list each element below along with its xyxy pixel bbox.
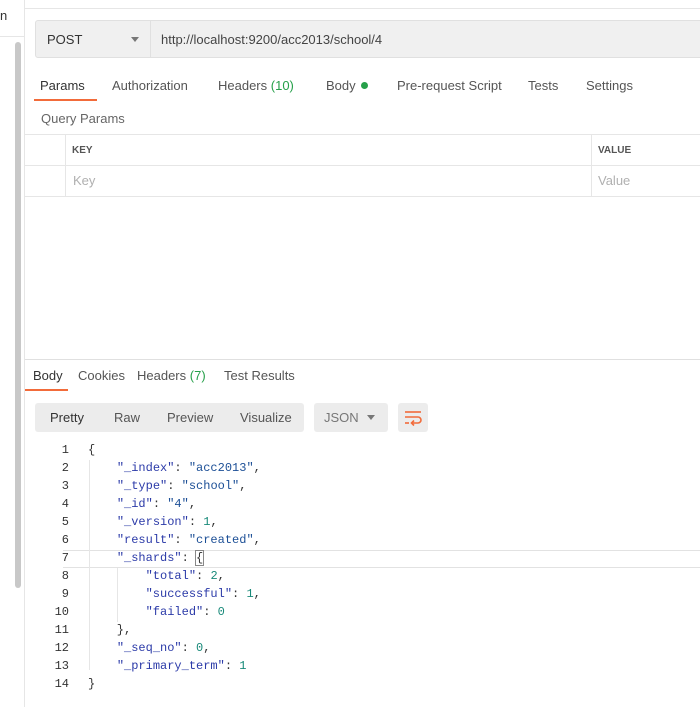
key-input[interactable]: Key [73, 173, 95, 188]
tab-authorization[interactable]: Authorization [112, 78, 188, 93]
code-line: "_id": "4", [116, 497, 197, 511]
url-input[interactable]: http://localhost:9200/acc2013/school/4 [151, 20, 700, 58]
raw-button[interactable]: Raw [114, 410, 140, 425]
code-line: "_shards": { [116, 550, 205, 566]
tab-response-headers[interactable]: Headers (7) [137, 368, 206, 383]
response-headers-count-badge: (7) [189, 368, 206, 383]
code-line: "failed": 0 [145, 605, 225, 619]
tab-label: Body [33, 368, 63, 383]
preview-button[interactable]: Preview [167, 410, 213, 425]
query-params-title: Query Params [41, 111, 125, 126]
line-number: 3 [61, 479, 69, 493]
code-line: { [88, 443, 96, 457]
tab-label: Body [326, 78, 356, 93]
tab-headers[interactable]: Headers (10) [218, 78, 294, 93]
table-col-divider [591, 134, 592, 196]
table-border-bottom [25, 196, 700, 197]
line-number: 1 [61, 443, 69, 457]
tab-label: Settings [586, 78, 633, 93]
response-divider [25, 359, 700, 360]
tab-label: Headers [137, 368, 187, 383]
pretty-button[interactable]: Pretty [50, 410, 84, 425]
tab-params[interactable]: Params [40, 78, 85, 93]
tab-label: Authorization [112, 78, 188, 93]
value-input[interactable]: Value [598, 173, 630, 188]
code-line: "total": 2, [145, 569, 225, 583]
tab-label: Headers [218, 78, 268, 93]
line-number: 4 [61, 497, 69, 511]
tab-test-results[interactable]: Test Results [224, 368, 295, 383]
line-number: 11 [54, 623, 69, 637]
url-value: http://localhost:9200/acc2013/school/4 [161, 32, 383, 47]
line-number: 10 [54, 605, 69, 619]
table-col-divider [65, 134, 66, 196]
table-border-top [25, 134, 700, 135]
active-tab-indicator [34, 99, 97, 101]
visualize-button[interactable]: Visualize [240, 410, 292, 425]
line-number: 2 [61, 461, 69, 475]
code-line: "successful": 1, [145, 587, 261, 601]
code-line: } [88, 677, 96, 691]
tab-settings[interactable]: Settings [586, 78, 633, 93]
method-value: POST [47, 32, 83, 47]
tab-cookies[interactable]: Cookies [78, 368, 125, 383]
tab-label: Params [40, 78, 85, 93]
code-line: "_seq_no": 0, [116, 641, 211, 655]
code-line: "_type": "school", [116, 479, 247, 493]
tab-response-body[interactable]: Body [33, 368, 63, 383]
line-number: 13 [54, 659, 69, 673]
tab-label: Tests [528, 78, 559, 93]
response-code-viewer[interactable]: 1 {2 "_index": "acc2013", 3 "_type": "scho… [25, 443, 700, 695]
method-select[interactable]: POST [35, 20, 151, 58]
sidebar-scrollbar[interactable] [15, 42, 21, 588]
code-line: "_index": "acc2013", [116, 461, 261, 475]
code-line: "result": "created", [116, 533, 261, 547]
code-line: "_primary_term": 1 [116, 659, 247, 673]
body-indicator-dot-icon [360, 82, 368, 89]
format-value: JSON [324, 410, 359, 425]
headers-count-badge: (10) [270, 78, 294, 93]
line-number: 8 [61, 569, 69, 583]
tab-label: Cookies [78, 368, 125, 383]
tab-pre-request-script[interactable]: Pre-request Script [397, 78, 502, 93]
line-number: 7 [61, 551, 69, 565]
line-number: 14 [54, 677, 69, 691]
tab-label: Pre-request Script [397, 78, 502, 93]
tab-tests[interactable]: Tests [528, 78, 558, 93]
key-column-header: KEY [72, 145, 93, 156]
sidebar-divider [0, 36, 24, 37]
tab-label: Test Results [224, 368, 295, 383]
wrap-lines-button[interactable] [398, 403, 428, 432]
sidebar-strip: n [0, 0, 25, 707]
line-number: 6 [61, 533, 69, 547]
chevron-down-icon [367, 415, 375, 420]
chevron-down-icon [131, 37, 139, 42]
table-border-mid [25, 165, 700, 166]
top-divider [25, 8, 700, 9]
value-column-header: VALUE [598, 145, 632, 156]
active-response-tab-indicator [25, 389, 68, 391]
wrap-lines-icon [405, 411, 422, 427]
line-number: 5 [61, 515, 69, 529]
tab-body[interactable]: Body [326, 78, 368, 93]
view-mode-group: Pretty Raw Preview Visualize [35, 403, 304, 432]
line-number: 9 [61, 587, 69, 601]
line-number: 12 [54, 641, 69, 655]
code-line: "_version": 1, [116, 515, 218, 529]
code-line: }, [88, 623, 132, 637]
sidebar-fragment-text: n [0, 8, 8, 23]
format-select[interactable]: JSON [314, 403, 388, 432]
